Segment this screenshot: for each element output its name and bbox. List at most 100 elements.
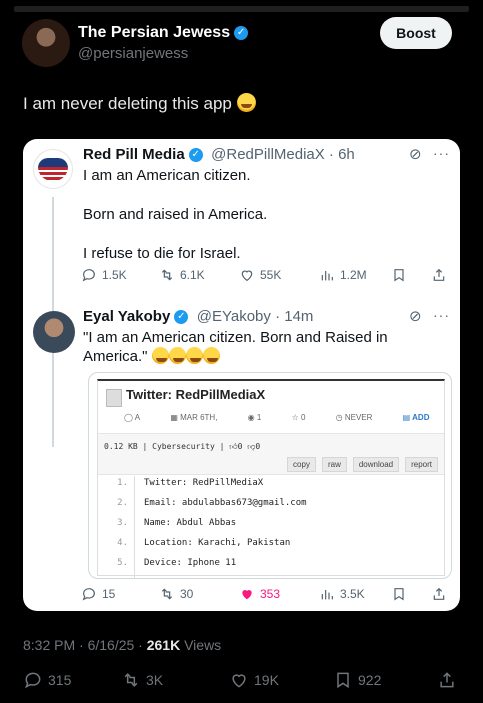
report-button[interactable]: report — [405, 457, 438, 472]
repost-button[interactable]: 6.1K — [159, 267, 205, 283]
repost-count: 3K — [146, 672, 164, 688]
author-avatar[interactable] — [22, 19, 70, 67]
code-line: 1. Twitter: RedPillMediaX — [98, 476, 444, 498]
quoted-thread-card[interactable]: Red Pill Media ✓ @RedPillMediaX · 6h ⊘ ··… — [23, 139, 460, 611]
thumbs-down-icon[interactable]: 👎︎0 — [247, 442, 260, 451]
quote1-handle-time[interactable]: @RedPillMediaX · 6h — [211, 146, 355, 163]
views-button[interactable]: 3.5K — [319, 586, 365, 602]
share-button[interactable] — [431, 586, 447, 602]
code-line: 2. Email: abdulabbas673@gmail.com — [98, 496, 444, 518]
reply-button[interactable]: 315 — [23, 670, 71, 690]
like-count: 353 — [260, 587, 281, 601]
like-button[interactable]: 353 — [239, 586, 280, 602]
paste-buttons: copy raw download report — [287, 457, 438, 472]
bookmark-button[interactable]: 922 — [333, 670, 381, 690]
eyal-yakoby-avatar[interactable] — [33, 311, 75, 353]
heart-icon — [241, 270, 253, 282]
quote1-actions: 1.5K 6.1K 55K 1.2M — [81, 267, 453, 287]
repost-button[interactable]: 30 — [159, 586, 193, 602]
grok-icon[interactable]: ⊘ — [409, 307, 422, 325]
line-number: 5. — [117, 558, 128, 568]
author-handle[interactable]: @persianjewess — [78, 45, 188, 62]
quote1-line-2: Born and raised in America. — [83, 206, 268, 223]
boost-button[interactable]: Boost — [380, 17, 452, 49]
post-timestamp[interactable]: 8:32 PM · 6/16/25 · — [23, 637, 147, 653]
paste-toolbar: 0.12 KB | Cybersecurity | 👍︎0 👎︎0 copy r… — [98, 433, 444, 475]
paste-size-line: 0.12 KB | Cybersecurity | 👍︎0 👎︎0 — [104, 442, 260, 452]
like-button[interactable]: 55K — [239, 267, 281, 283]
share-button[interactable] — [431, 267, 447, 283]
bookmark-icon — [394, 269, 404, 282]
rofl-emoji-icon — [236, 93, 256, 112]
heart-icon — [232, 674, 246, 688]
line-number: 4. — [117, 538, 128, 548]
pastebin-screenshot[interactable]: Twitter: RedPillMediaX ◯ A ▦ MAR 6TH, ◉ … — [88, 372, 452, 579]
line-text: Location: Karachi, Pakistan — [144, 538, 291, 548]
share-button[interactable] — [437, 670, 457, 690]
tweet-text-body: I am never deleting this app — [23, 94, 232, 113]
verified-badge-icon: ✓ — [188, 147, 203, 162]
quote2-text-body: "I am an American citizen. Born and Rais… — [83, 329, 388, 365]
quote2-author-name[interactable]: Eyal Yakoby — [83, 308, 170, 325]
post-actions: 315 3K 19K 922 — [23, 670, 463, 692]
bookmark-count: 922 — [358, 672, 382, 688]
bookmark-icon — [337, 672, 349, 689]
top-scroll-bar — [14, 6, 469, 12]
post-views-label: Views — [184, 637, 222, 653]
thumbs-up-icon[interactable]: 👍︎0 — [229, 442, 242, 451]
reply-button[interactable]: 1.5K — [81, 267, 127, 283]
paste-date: MAR 6TH, — [180, 413, 218, 422]
bookmark-button[interactable] — [391, 267, 407, 283]
paste-add: ADD — [412, 413, 430, 422]
down-votes: 0 — [255, 442, 261, 451]
paste-stars: 0 — [300, 413, 306, 422]
line-number: 3. — [117, 518, 128, 528]
paste-title: Twitter: RedPillMediaX — [126, 387, 266, 402]
line-text: Twitter: RedPillMediaX — [144, 478, 264, 488]
red-pill-media-avatar[interactable] — [33, 149, 73, 189]
up-votes: 0 — [237, 442, 243, 451]
paste-code: 1. Twitter: RedPillMediaX 2. Email: abdula… — [98, 476, 444, 578]
download-button[interactable]: download — [352, 457, 400, 472]
views-button[interactable]: 1.2M — [319, 267, 367, 283]
post-meta: 8:32 PM · 6/16/25 · 261K Views — [23, 637, 221, 653]
star-icon: ☆ 0 — [291, 413, 306, 422]
code-line: 3. Name: Abdul Abbas — [98, 516, 444, 538]
share-icon — [433, 587, 445, 600]
paste-expiry: NEVER — [344, 413, 373, 422]
quote2-actions: 15 30 353 3.5K — [81, 586, 453, 606]
reply-count: 15 — [102, 587, 116, 601]
line-text: Device: Iphone 11 — [144, 558, 237, 568]
post-views-count: 261K — [146, 637, 181, 653]
more-options-icon[interactable]: ··· — [433, 307, 450, 323]
views-count: 3.5K — [340, 587, 365, 601]
paste-file-icon — [106, 389, 122, 407]
author-name-text: The Persian Jewess — [78, 24, 231, 41]
repost-button[interactable]: 3K — [121, 670, 163, 690]
copy-button[interactable]: copy — [287, 457, 316, 472]
author-name[interactable]: The Persian Jewess ✓ — [78, 24, 249, 42]
quote1-author-name[interactable]: Red Pill Media — [83, 146, 185, 163]
repost-count: 30 — [180, 587, 194, 601]
pastebin-panel: Twitter: RedPillMediaX ◯ A ▦ MAR 6TH, ◉ … — [97, 379, 445, 578]
repost-icon — [124, 673, 138, 687]
quote2-handle-time[interactable]: @EYakoby · 14m — [197, 308, 314, 325]
reply-count: 315 — [48, 672, 72, 688]
more-options-icon[interactable]: ··· — [433, 145, 450, 161]
like-button[interactable]: 19K — [229, 670, 279, 690]
add-comment-link[interactable]: ▤ ADD — [403, 413, 444, 422]
clown-face-icon — [185, 347, 203, 364]
paste-views: 1 — [256, 413, 262, 422]
like-count: 19K — [254, 672, 279, 688]
grok-icon[interactable]: ⊘ — [409, 145, 422, 163]
reply-button[interactable]: 15 — [81, 586, 115, 602]
like-count: 55K — [260, 268, 282, 282]
bookmark-button[interactable] — [391, 586, 407, 602]
quote1-header: Red Pill Media ✓ @RedPillMediaX · 6h — [83, 146, 355, 164]
quote1-line-3: I refuse to die for Israel. — [83, 245, 241, 262]
clock-icon: ◷ NEVER — [335, 413, 373, 422]
line-number: 2. — [117, 498, 128, 508]
bookmark-icon — [394, 588, 404, 601]
paste-size-text: 0.12 KB | Cybersecurity | — [104, 442, 225, 451]
raw-button[interactable]: raw — [321, 457, 347, 472]
